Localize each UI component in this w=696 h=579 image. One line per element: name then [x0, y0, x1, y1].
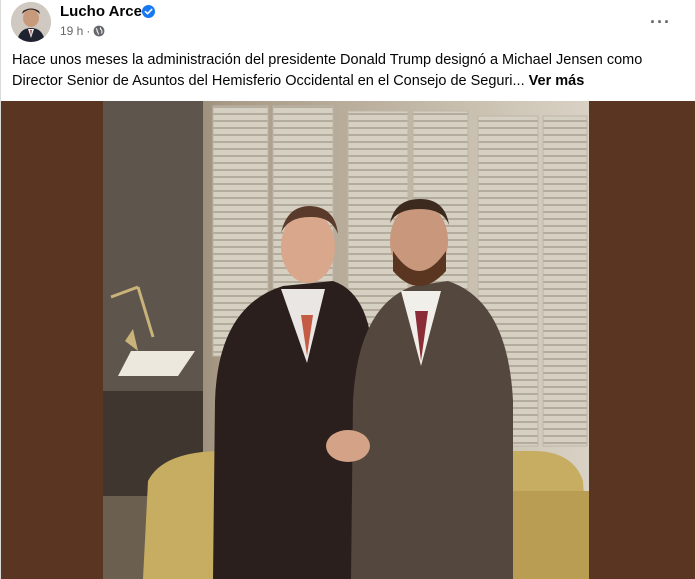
post-image[interactable] [1, 101, 695, 579]
post-time[interactable]: 19 h [60, 24, 83, 38]
more-options-icon[interactable]: ··· [650, 12, 671, 33]
verified-badge-icon [142, 5, 155, 18]
handshake-photo [103, 101, 589, 579]
author-name[interactable]: Lucho Arce [60, 3, 142, 20]
post-text: Hace unos meses la administración del pr… [12, 50, 682, 92]
post-header: Lucho Arce 19 h · ··· [1, 0, 695, 44]
globe-icon [93, 25, 105, 37]
post-meta: 19 h · [60, 24, 105, 38]
meta-separator: · [86, 24, 91, 38]
author-avatar[interactable] [11, 2, 51, 42]
facebook-post: Lucho Arce 19 h · ··· Hace unos meses la… [0, 0, 696, 579]
see-more-link[interactable]: Ver más [529, 73, 585, 89]
